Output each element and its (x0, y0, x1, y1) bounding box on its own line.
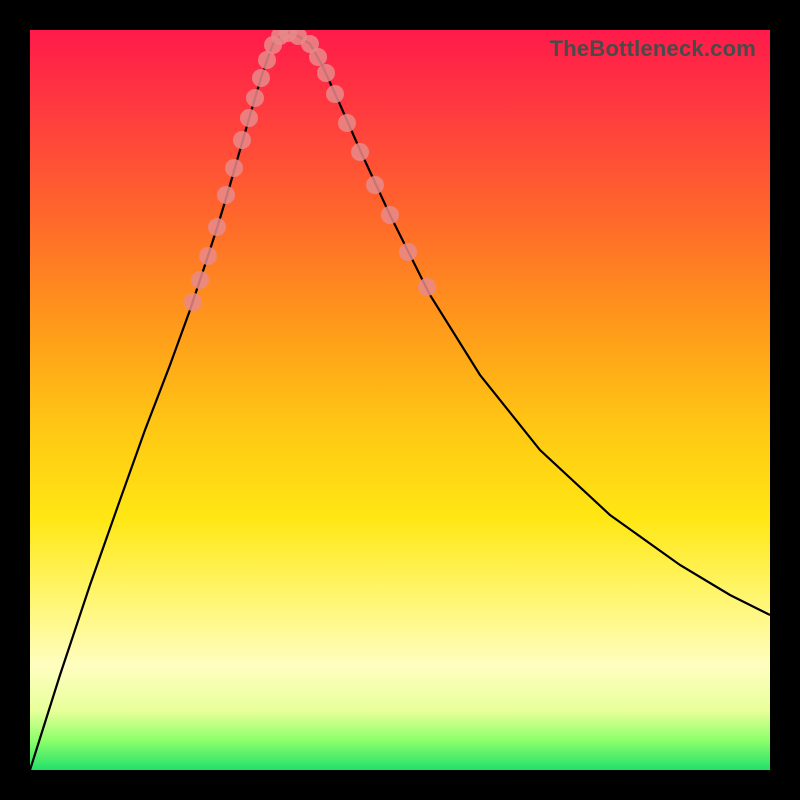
marker-point (309, 48, 327, 66)
marker-point (317, 64, 335, 82)
marker-point (351, 143, 369, 161)
marker-point (225, 159, 243, 177)
marker-point (246, 89, 264, 107)
marker-point (366, 176, 384, 194)
marker-point (233, 131, 251, 149)
marker-point (418, 278, 436, 296)
marker-point (399, 243, 417, 261)
marker-point (208, 218, 226, 236)
bottleneck-curve (30, 33, 770, 770)
chart-frame: TheBottleneck.com (0, 0, 800, 800)
marker-point (326, 85, 344, 103)
marker-point (199, 247, 217, 265)
marker-point (381, 206, 399, 224)
marker-point (338, 114, 356, 132)
marker-point (240, 109, 258, 127)
plot-area: TheBottleneck.com (30, 30, 770, 770)
marker-point (217, 186, 235, 204)
marker-point (184, 293, 202, 311)
curve-svg (30, 30, 770, 770)
marker-point (191, 271, 209, 289)
marker-point (252, 69, 270, 87)
marker-group (184, 30, 436, 311)
